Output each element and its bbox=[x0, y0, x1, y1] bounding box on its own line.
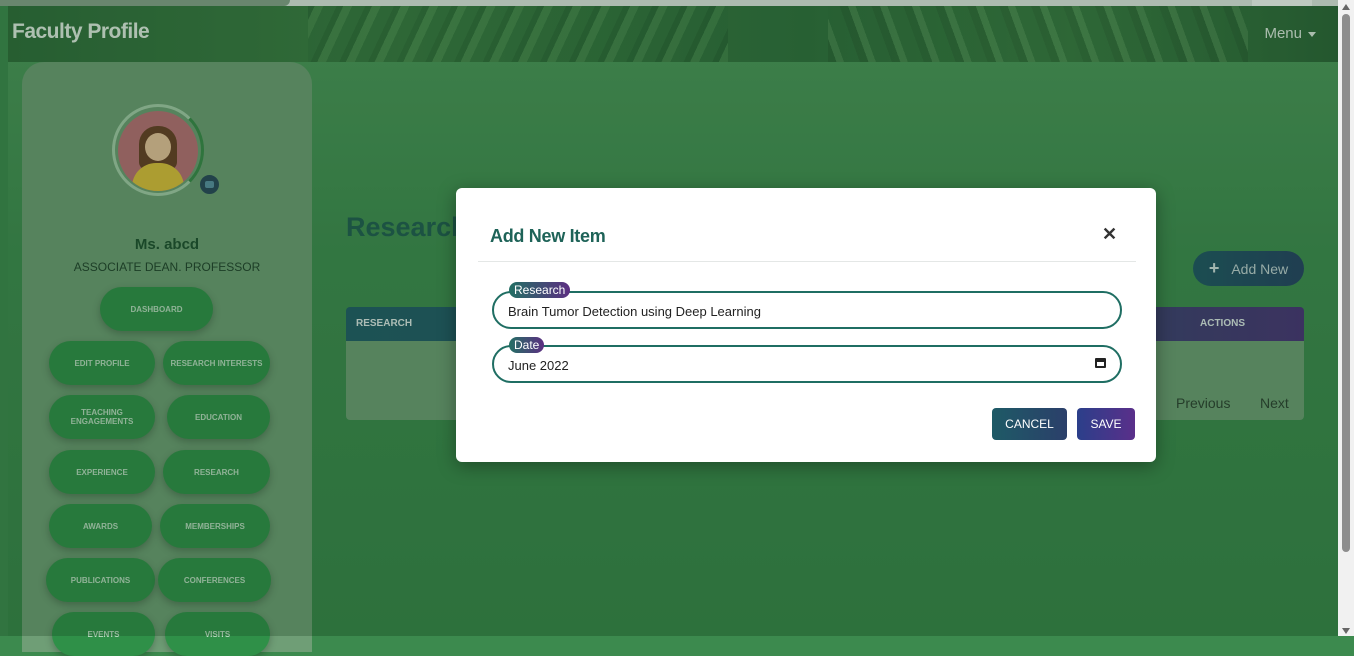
research-input-value: Brain Tumor Detection using Deep Learnin… bbox=[508, 304, 761, 319]
add-item-modal: Add New Item ✕ Brain Tumor Detection usi… bbox=[456, 188, 1156, 462]
scroll-down-icon[interactable] bbox=[1342, 628, 1350, 634]
date-input-value: June 2022 bbox=[508, 358, 569, 373]
scroll-up-icon[interactable] bbox=[1342, 4, 1350, 10]
scrollbar-thumb[interactable] bbox=[1342, 14, 1350, 552]
close-icon[interactable]: ✕ bbox=[1102, 224, 1117, 245]
modal-title: Add New Item bbox=[490, 226, 606, 246]
modal-divider bbox=[478, 261, 1136, 262]
date-field-label: Date bbox=[509, 337, 545, 353]
save-button[interactable]: SAVE bbox=[1077, 408, 1135, 440]
research-input[interactable]: Brain Tumor Detection using Deep Learnin… bbox=[492, 291, 1122, 329]
scrollbar[interactable] bbox=[1338, 0, 1354, 636]
calendar-icon[interactable] bbox=[1095, 358, 1106, 368]
research-field-label: Research bbox=[509, 282, 571, 298]
date-input[interactable]: June 2022 bbox=[492, 345, 1122, 383]
cancel-button[interactable]: CANCEL bbox=[992, 408, 1067, 440]
